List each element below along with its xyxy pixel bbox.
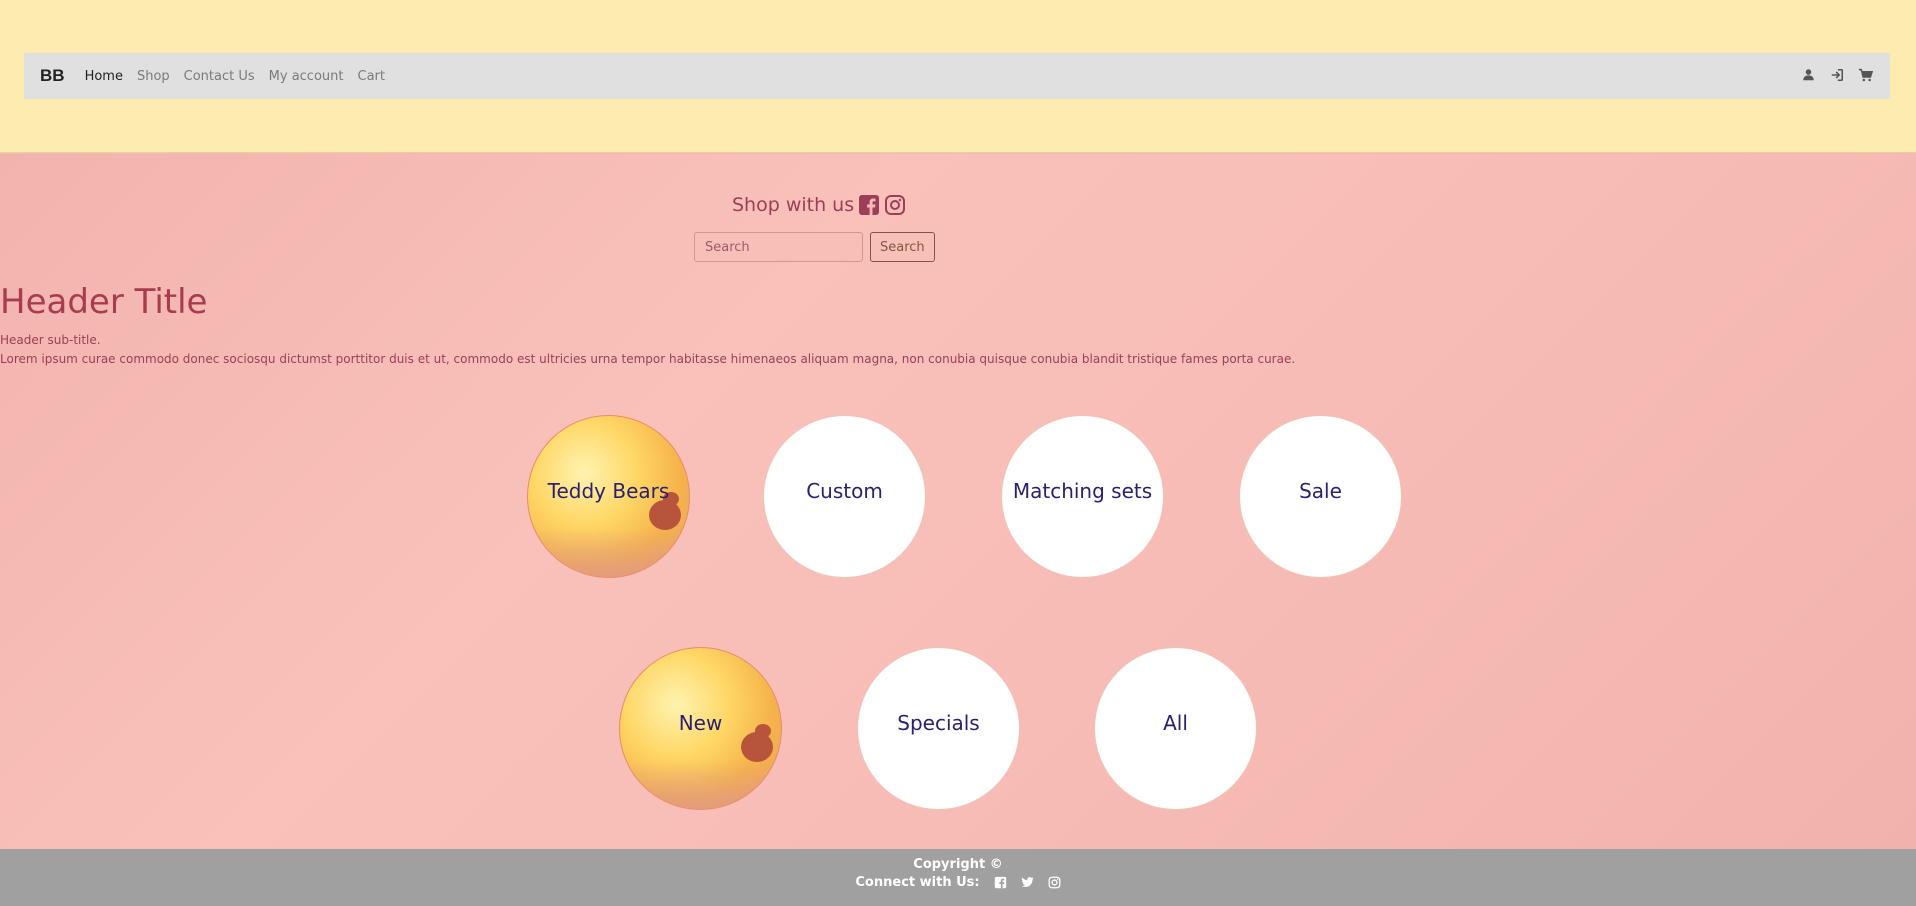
twitter-icon[interactable]: [1021, 876, 1034, 889]
top-band: BB Home Shop Contact Us My account Cart: [0, 0, 1916, 153]
user-icon[interactable]: [1802, 68, 1818, 84]
facebook-icon[interactable]: [858, 194, 880, 216]
connect-with-us: Connect with Us:: [0, 875, 1916, 890]
connect-label: Connect with Us:: [855, 875, 980, 890]
category-matching-sets[interactable]: Matching sets: [1001, 415, 1164, 578]
category-label: Matching sets: [1012, 478, 1153, 503]
navbar-icons: [1802, 68, 1874, 84]
sign-in-icon[interactable]: [1830, 68, 1846, 84]
category-custom[interactable]: Custom: [763, 415, 926, 578]
category-label: Teddy Bears: [547, 478, 670, 503]
category-sale[interactable]: Sale: [1239, 415, 1402, 578]
nav-link-shop[interactable]: Shop: [137, 69, 170, 84]
category-teddy-bears[interactable]: Teddy Bears: [527, 415, 690, 578]
facebook-icon[interactable]: [994, 876, 1007, 889]
shop-with-us: Shop with us: [732, 194, 906, 216]
footer: Copyright © Connect with Us:: [0, 849, 1916, 906]
header-subtitle: Header sub-title.: [0, 333, 101, 347]
header-title: Header Title: [0, 282, 208, 322]
category-label: Specials: [897, 710, 980, 735]
teddy-bear-image: [741, 732, 773, 762]
nav-link-home[interactable]: Home: [85, 69, 123, 84]
nav-link-my-account[interactable]: My account: [269, 69, 344, 84]
category-label: New: [678, 710, 723, 735]
category-label: Sale: [1299, 478, 1342, 503]
category-specials[interactable]: Specials: [857, 647, 1020, 810]
instagram-icon[interactable]: [1048, 876, 1061, 889]
nav-link-contact-us[interactable]: Contact Us: [184, 69, 255, 84]
main-content: Shop with us Search Header Title Header …: [0, 154, 1916, 849]
copyright-text: Copyright ©: [913, 857, 1003, 872]
search-button[interactable]: Search: [870, 232, 935, 262]
navbar: BB Home Shop Contact Us My account Cart: [24, 53, 1890, 99]
category-label: All: [1163, 710, 1188, 735]
brand-logo[interactable]: BB: [40, 66, 65, 86]
category-label: Custom: [806, 478, 883, 503]
cart-icon[interactable]: [1858, 68, 1874, 84]
teddy-bear-image: [649, 500, 681, 530]
header-description: Lorem ipsum curae commodo donec sociosqu…: [0, 352, 1296, 366]
nav-link-cart[interactable]: Cart: [358, 69, 386, 84]
instagram-icon[interactable]: [884, 194, 906, 216]
category-all[interactable]: All: [1094, 647, 1257, 810]
search-input[interactable]: [694, 232, 863, 262]
category-new[interactable]: New: [619, 647, 782, 810]
search-form: Search: [694, 232, 935, 262]
shop-with-us-label: Shop with us: [732, 194, 855, 216]
